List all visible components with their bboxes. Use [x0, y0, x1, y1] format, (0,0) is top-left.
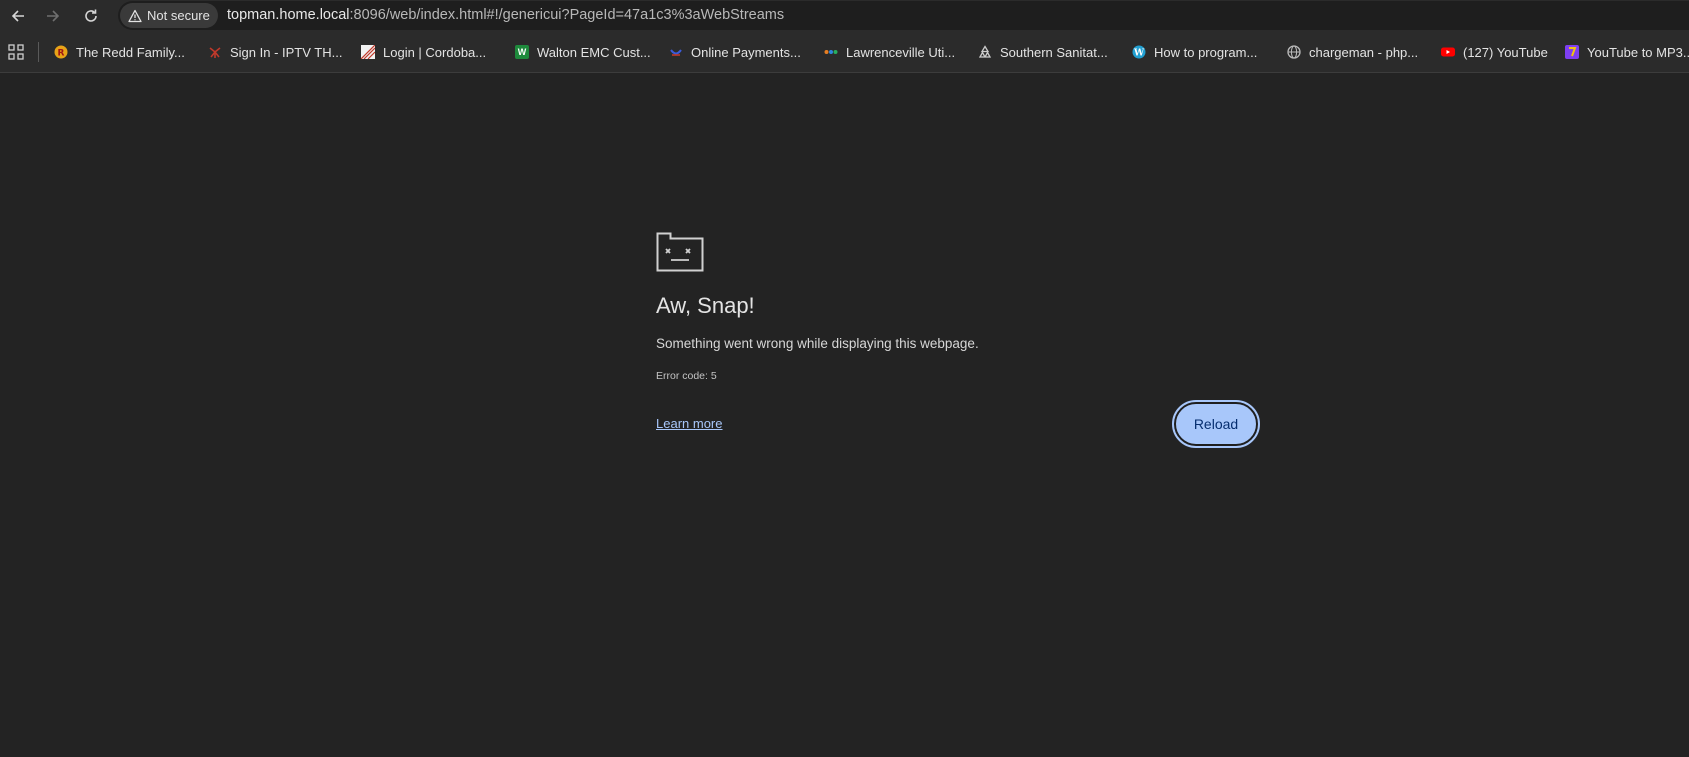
recycle-icon [978, 45, 992, 59]
error-message: Something went wrong while displaying th… [656, 336, 979, 351]
yt-mp3-icon [1565, 45, 1579, 59]
forward-button[interactable] [41, 4, 65, 28]
bookmark-how-to-program[interactable]: W How to program... [1132, 42, 1257, 62]
reload-button[interactable]: Reload [1172, 400, 1260, 448]
svg-text:W: W [1133, 49, 1145, 59]
back-button[interactable] [6, 4, 30, 28]
lawrenceville-icon [824, 45, 838, 59]
error-title: Aw, Snap! [656, 293, 755, 318]
apps-grid-icon[interactable] [8, 44, 24, 60]
svg-text:R: R [58, 49, 65, 59]
wordpress-icon: W [1132, 45, 1146, 59]
bookmarks-separator [38, 42, 39, 62]
walton-emc-icon: W [515, 45, 529, 59]
bookmark-youtube[interactable]: (127) YouTube [1441, 42, 1548, 62]
warning-icon [128, 9, 142, 22]
url-path: :8096/web/index.html#!/genericui?PageId=… [349, 7, 785, 23]
bookmark-southern-sanitation[interactable]: Southern Sanitat... [978, 42, 1108, 62]
forward-arrow-icon [47, 10, 60, 22]
sad-folder-icon [656, 232, 704, 272]
bookmark-chargeman[interactable]: chargeman - php... [1287, 42, 1418, 62]
bookmark-iptv[interactable]: Sign In - IPTV TH... [208, 42, 342, 62]
youtube-icon [1441, 45, 1455, 59]
security-label: Not secure [147, 8, 210, 23]
globe-icon [1287, 45, 1301, 59]
learn-more-link[interactable]: Learn more [656, 416, 722, 431]
refresh-button[interactable] [79, 4, 103, 28]
back-arrow-icon [11, 10, 24, 22]
error-code: Error code: 5 [656, 370, 717, 382]
error-page [0, 74, 1689, 757]
bookmark-redd-family[interactable]: R The Redd Family... [54, 42, 185, 62]
browser-toolbar: Not secure topman.home.local:8096/web/in… [0, 0, 1689, 31]
bookmark-walton-emc[interactable]: W Walton EMC Cust... [515, 42, 651, 62]
online-payments-icon [669, 45, 683, 59]
bookmark-online-payments[interactable]: Online Payments... [669, 42, 801, 62]
bookmark-youtube-to-mp3[interactable]: YouTube to MP3... [1565, 42, 1689, 62]
bookmark-lawrenceville[interactable]: Lawrenceville Uti... [824, 42, 955, 62]
bookmarks-bar: R The Redd Family... Sign In - IPTV TH..… [0, 31, 1689, 73]
redd-family-icon: R [54, 45, 68, 59]
address-bar[interactable]: Not secure topman.home.local:8096/web/in… [118, 1, 1689, 30]
security-chip[interactable]: Not secure [120, 3, 218, 28]
iptv-icon [208, 45, 222, 59]
bookmark-cordoba[interactable]: Login | Cordoba... [361, 42, 486, 62]
url-text[interactable]: topman.home.local:8096/web/index.html#!/… [227, 7, 784, 23]
refresh-icon [85, 9, 97, 22]
cordoba-icon [361, 45, 375, 59]
url-host: topman.home.local [227, 7, 350, 23]
